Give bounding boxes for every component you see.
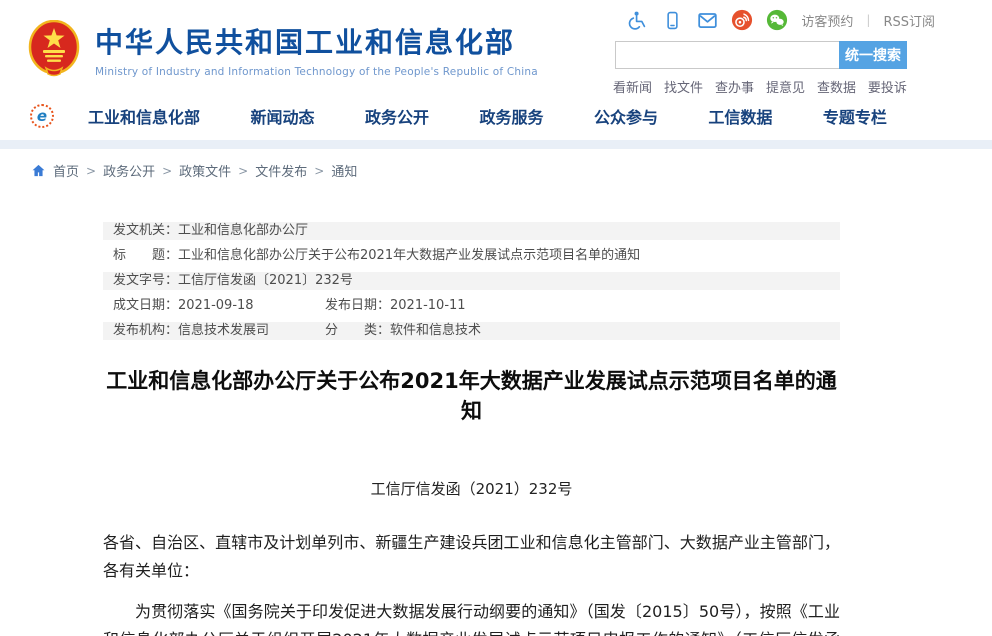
meta-label: 成文日期：	[113, 297, 178, 315]
meta-value: 工信厅信发函〔2021〕232号	[178, 272, 353, 290]
article-title: 工业和信息化部办公厅关于公布2021年大数据产业发展试点示范项目名单的通知	[103, 366, 840, 426]
quick-link-documents[interactable]: 找文件	[664, 77, 703, 96]
nav-item-special-topics[interactable]: 专题专栏	[823, 104, 887, 128]
article-doc-number: 工信厅信发函（2021）232号	[103, 478, 840, 499]
quick-link-complaint[interactable]: 要投诉	[868, 77, 907, 96]
breadcrumb-home[interactable]: 首页	[53, 161, 79, 180]
nav-item-ministry[interactable]: 工业和信息化部	[88, 104, 200, 128]
visitor-appointment-link[interactable]: 访客预约	[801, 11, 853, 30]
nav-item-gov-services[interactable]: 政务服务	[479, 104, 543, 128]
meta-value: 2021-10-11	[390, 297, 466, 315]
meta-value: 2021-09-18	[178, 297, 254, 315]
meta-label: 发布机构：	[113, 322, 178, 340]
search-input[interactable]	[615, 41, 839, 69]
nav-item-list: 工业和信息化部 新闻动态 政务公开 政务服务 公众参与 工信数据 专题专栏	[88, 104, 887, 128]
header-right-tools: 访客预约 | RSS订阅 统一搜索 看新闻 找文件 查办事 提意见 查数据 要投…	[613, 8, 935, 96]
article-paragraph-salutation: 各省、自治区、直辖市及计划单列市、新疆生产建设兵团工业和信息化主管部门、大数据产…	[103, 529, 840, 584]
meta-row-document-number: 发文字号： 工信厅信发函〔2021〕232号	[103, 272, 840, 290]
weibo-icon[interactable]	[731, 9, 753, 31]
document-content: 发文机关： 工业和信息化部办公厅 标 题： 工业和信息化部办公厅关于公布2021…	[103, 222, 840, 636]
national-emblem-icon	[28, 20, 80, 78]
nav-item-gov-disclosure[interactable]: 政务公开	[365, 104, 429, 128]
nav-item-public-participation[interactable]: 公众参与	[594, 104, 658, 128]
accessibility-icon[interactable]	[626, 9, 648, 31]
breadcrumb-document-release[interactable]: 文件发布	[255, 161, 307, 180]
unified-search-bar: 统一搜索	[615, 41, 907, 69]
breadcrumb-separator: >	[162, 164, 172, 178]
mail-icon[interactable]	[696, 9, 718, 31]
breadcrumb-separator: >	[86, 164, 96, 178]
nav-separator-band	[0, 140, 992, 149]
meta-label: 发文机关：	[113, 222, 178, 240]
header-links-divider: |	[866, 13, 870, 27]
quick-link-news[interactable]: 看新闻	[613, 77, 652, 96]
meta-row-title: 标 题： 工业和信息化部办公厅关于公布2021年大数据产业发展试点示范项目名单的…	[103, 247, 840, 265]
meta-row-dates: 成文日期： 2021-09-18 发布日期： 2021-10-11	[103, 297, 840, 315]
wechat-icon[interactable]	[766, 9, 788, 31]
quick-link-data[interactable]: 查数据	[817, 77, 856, 96]
mobile-phone-icon[interactable]	[661, 9, 683, 31]
breadcrumb-current-notice: 通知	[331, 161, 357, 180]
breadcrumb-separator: >	[314, 164, 324, 178]
unified-search-button[interactable]: 统一搜索	[839, 41, 907, 69]
header-icon-row: 访客预约 | RSS订阅	[613, 8, 935, 32]
meta-value: 工业和信息化部办公厅	[178, 222, 308, 240]
site-logo[interactable]: 中华人民共和国工业和信息化部 Ministry of Industry and …	[28, 20, 538, 78]
main-navigation: e 工业和信息化部 新闻动态 政务公开 政务服务 公众参与 工信数据 专题专栏	[0, 92, 992, 140]
meta-value: 工业和信息化部办公厅关于公布2021年大数据产业发展试点示范项目名单的通知	[178, 247, 640, 265]
home-icon[interactable]	[30, 163, 46, 179]
breadcrumb: 首页 > 政务公开 > 政策文件 > 文件发布 > 通知	[0, 149, 992, 179]
quick-links-row: 看新闻 找文件 查办事 提意见 查数据 要投诉	[613, 77, 907, 96]
meta-label: 发布日期：	[325, 297, 390, 315]
site-header: 中华人民共和国工业和信息化部 Ministry of Industry and …	[0, 0, 992, 92]
miit-e-logo-icon[interactable]: e	[30, 104, 54, 128]
meta-value: 信息技术发展司	[178, 322, 269, 340]
breadcrumb-policy-documents[interactable]: 政策文件	[179, 161, 231, 180]
meta-row-publisher-category: 发布机构： 信息技术发展司 分 类： 软件和信息技术	[103, 322, 840, 340]
breadcrumb-separator: >	[238, 164, 248, 178]
brand-text: 中华人民共和国工业和信息化部 Ministry of Industry and …	[95, 21, 538, 78]
breadcrumb-gov-disclosure[interactable]: 政务公开	[103, 161, 155, 180]
meta-label: 分 类：	[325, 322, 390, 340]
meta-row-issuing-authority: 发文机关： 工业和信息化部办公厅	[103, 222, 840, 240]
nav-item-news[interactable]: 新闻动态	[250, 104, 314, 128]
quick-link-feedback[interactable]: 提意见	[766, 77, 805, 96]
site-title: 中华人民共和国工业和信息化部	[95, 21, 538, 61]
rss-subscribe-link[interactable]: RSS订阅	[883, 11, 935, 30]
document-meta-table: 发文机关： 工业和信息化部办公厅 标 题： 工业和信息化部办公厅关于公布2021…	[103, 222, 840, 340]
site-title-english: Ministry of Industry and Information Tec…	[95, 66, 538, 78]
meta-label: 标 题：	[113, 247, 178, 265]
article-paragraph-body: 为贯彻落实《国务院关于印发促进大数据发展行动纲要的通知》（国发〔2015〕50号…	[103, 598, 840, 636]
meta-label: 发文字号：	[113, 272, 178, 290]
quick-link-services[interactable]: 查办事	[715, 77, 754, 96]
nav-item-miit-data[interactable]: 工信数据	[708, 104, 772, 128]
miit-notice-page: 中华人民共和国工业和信息化部 Ministry of Industry and …	[0, 0, 992, 636]
meta-value: 软件和信息技术	[390, 322, 481, 340]
